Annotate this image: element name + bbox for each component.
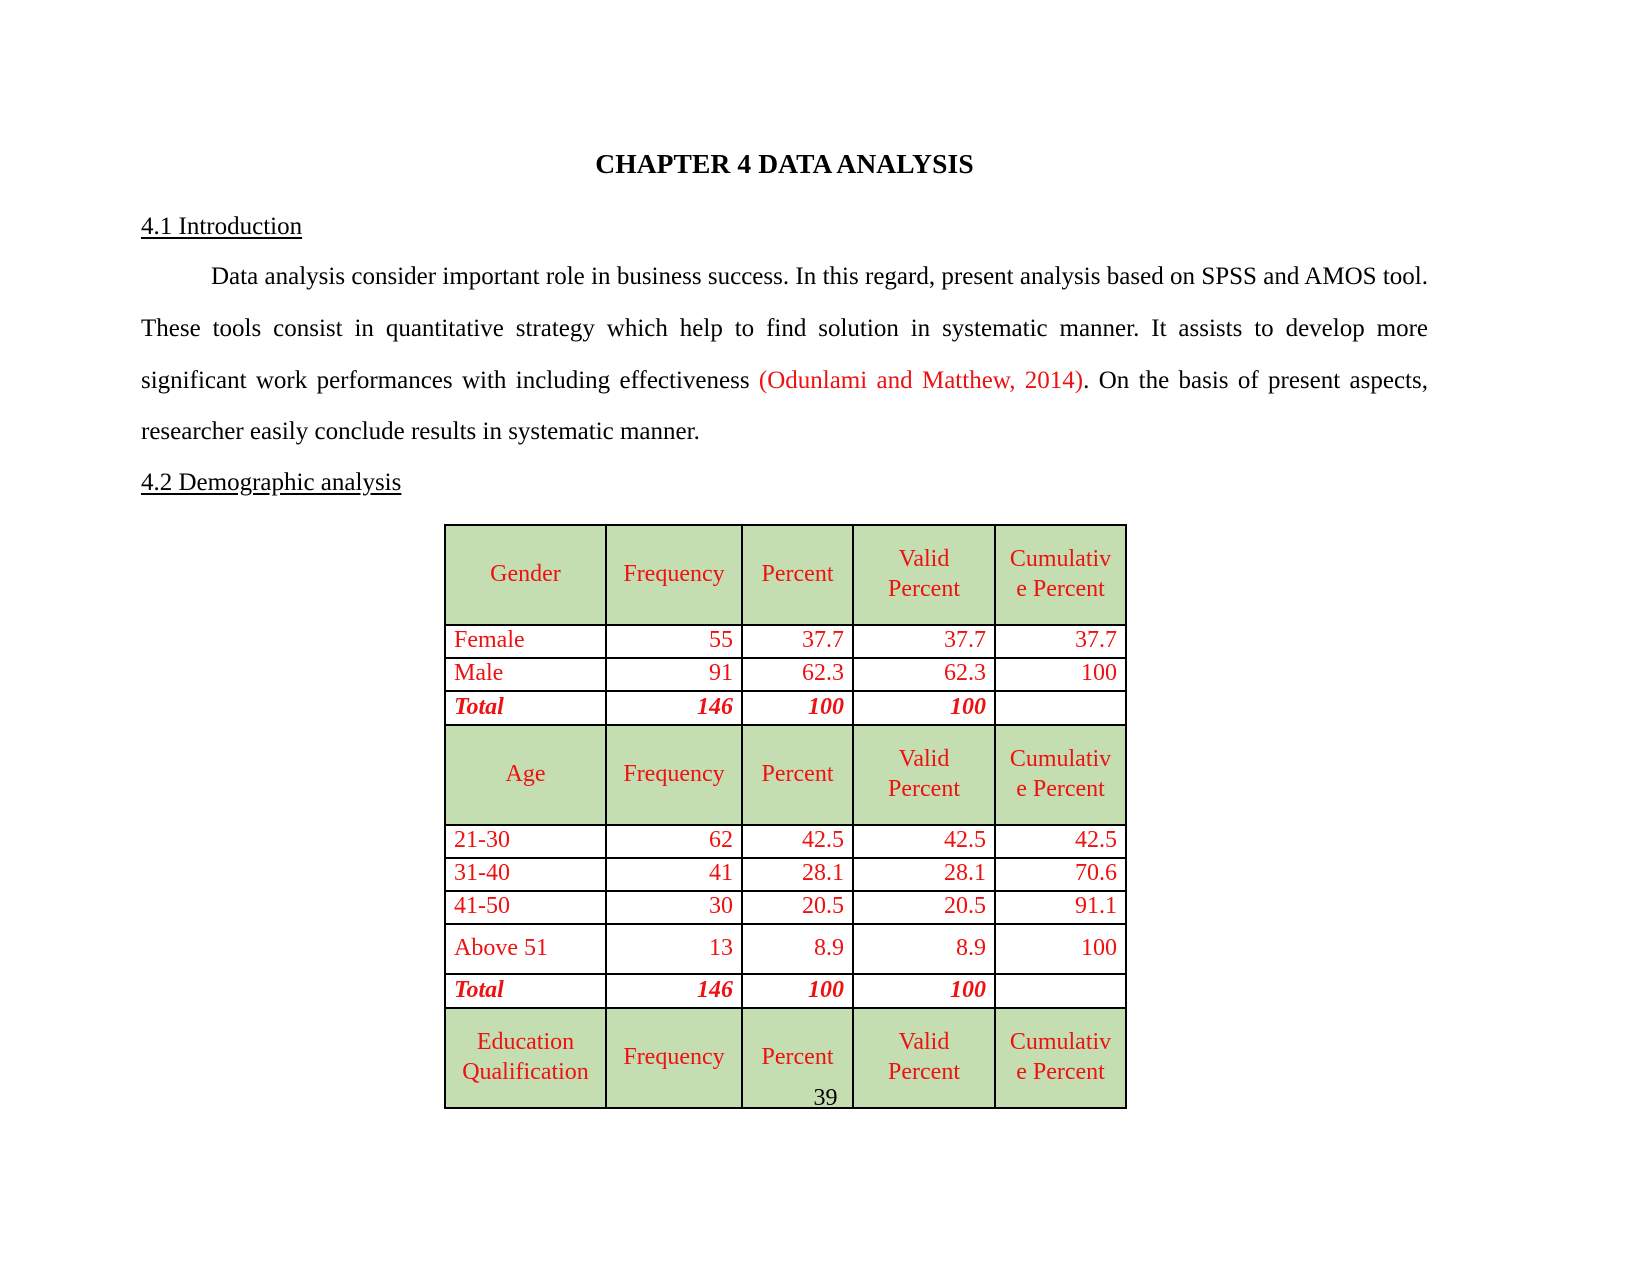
table-total-row: Total 146 100 100 [444, 972, 1127, 1009]
header-cell-percent: Percent [741, 523, 854, 626]
page-title: CHAPTER 4 DATA ANALYSIS [595, 148, 974, 179]
row-frequency: 41 [605, 856, 743, 892]
total-label: Total [444, 972, 607, 1009]
total-valid-percent: 100 [852, 972, 996, 1009]
row-valid-percent: 37.7 [852, 623, 996, 659]
row-label: Male [444, 656, 607, 692]
row-percent: 8.9 [741, 922, 854, 975]
citation-reference: (Odunlami and Matthew, 2014) [758, 366, 1084, 394]
row-percent: 28.1 [741, 856, 854, 892]
table-row: 21-30 62 42.5 42.5 42.5 [444, 823, 1127, 859]
table-row: Male 91 62.3 62.3 100 [444, 656, 1127, 692]
total-percent: 100 [741, 972, 854, 1009]
demographic-table-container: Gender Frequency Percent Valid Percent C… [141, 523, 1428, 1109]
table-row: 31-40 41 28.1 28.1 70.6 [444, 856, 1127, 892]
row-cumulative-percent: 100 [994, 922, 1127, 975]
row-cumulative-percent: 42.5 [994, 823, 1127, 859]
row-cumulative-percent: 91.1 [994, 889, 1127, 925]
row-valid-percent: 8.9 [852, 922, 996, 975]
row-frequency: 91 [605, 656, 743, 692]
section-heading-introduction: 4.1 Introduction [141, 212, 303, 240]
total-frequency: 146 [605, 972, 743, 1009]
page-number: 39 [813, 1085, 838, 1111]
row-frequency: 55 [605, 623, 743, 659]
section-heading-demographic: 4.2 Demographic analysis [141, 469, 402, 497]
page-content: CHAPTER 4 DATA ANALYSIS 4.1 Introduction… [141, 148, 1428, 1109]
header-cell-valid-percent: Valid Percent [852, 723, 996, 826]
table-row: 41-50 30 20.5 20.5 91.1 [444, 889, 1127, 925]
total-cumulative-percent [994, 972, 1127, 1009]
total-frequency: 146 [605, 689, 743, 726]
total-percent: 100 [741, 689, 854, 726]
header-cell-valid-percent: Valid Percent [852, 523, 996, 626]
table-row: Above 51 13 8.9 8.9 100 [444, 922, 1127, 975]
total-valid-percent: 100 [852, 689, 996, 726]
row-label: Above 51 [444, 922, 607, 975]
row-frequency: 62 [605, 823, 743, 859]
table-header-row-gender: Gender Frequency Percent Valid Percent C… [444, 523, 1127, 626]
row-valid-percent: 62.3 [852, 656, 996, 692]
row-percent: 20.5 [741, 889, 854, 925]
header-cell-age: Age [444, 723, 607, 826]
row-label: 31-40 [444, 856, 607, 892]
header-cell-frequency: Frequency [605, 523, 743, 626]
row-cumulative-percent: 100 [994, 656, 1127, 692]
demographic-table-body: Gender Frequency Percent Valid Percent C… [444, 523, 1127, 1109]
row-percent: 42.5 [741, 823, 854, 859]
row-cumulative-percent: 37.7 [994, 623, 1127, 659]
row-frequency: 13 [605, 922, 743, 975]
row-cumulative-percent: 70.6 [994, 856, 1127, 892]
header-cell-cumulative-percent: Cumulativ e Percent [994, 723, 1127, 826]
header-cell-percent: Percent [741, 723, 854, 826]
row-label: 41-50 [444, 889, 607, 925]
row-label: 21-30 [444, 823, 607, 859]
row-percent: 37.7 [741, 623, 854, 659]
row-label: Female [444, 623, 607, 659]
total-label: Total [444, 689, 607, 726]
row-valid-percent: 28.1 [852, 856, 996, 892]
header-cell-gender: Gender [444, 523, 607, 626]
document-page: CHAPTER 4 DATA ANALYSIS 4.1 Introduction… [0, 0, 1651, 1275]
row-percent: 62.3 [741, 656, 854, 692]
row-valid-percent: 42.5 [852, 823, 996, 859]
header-cell-cumulative-percent: Cumulativ e Percent [994, 523, 1127, 626]
row-valid-percent: 20.5 [852, 889, 996, 925]
header-cell-frequency: Frequency [605, 723, 743, 826]
introduction-paragraph: Data analysis consider important role in… [141, 251, 1428, 458]
row-frequency: 30 [605, 889, 743, 925]
table-total-row: Total 146 100 100 [444, 689, 1127, 726]
table-header-row-age: Age Frequency Percent Valid Percent Cumu… [444, 723, 1127, 826]
total-cumulative-percent [994, 689, 1127, 726]
table-row: Female 55 37.7 37.7 37.7 [444, 623, 1127, 659]
demographic-table: Gender Frequency Percent Valid Percent C… [444, 523, 1127, 1109]
